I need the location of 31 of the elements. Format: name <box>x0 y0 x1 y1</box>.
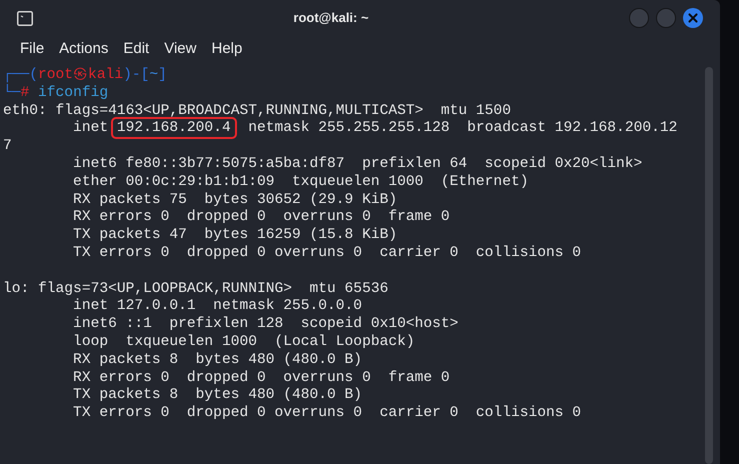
terminal-line: lo: flags=73<UP,LOOPBACK,RUNNING> mtu 65536 <box>3 280 388 297</box>
minimize-button[interactable] <box>629 8 649 28</box>
terminal-line: RX errors 0 dropped 0 overruns 0 frame 0 <box>72 370 450 386</box>
terminal-line: RX errors 0 dropped 0 overruns 0 frame 0 <box>72 209 450 226</box>
terminal-line: eth0: flags=4163<UP,BROADCAST,RUNNING,MULTICAST> mtu 1500 <box>3 102 511 119</box>
terminal-line: ether 00:0c:29:b1:b1:09 txqueuelen 1000 (Ethernet) <box>72 174 528 190</box>
menu-item[interactable]: File <box>20 38 44 60</box>
menu-item[interactable]: Actions <box>59 38 108 60</box>
terminal-line: RX packets 75 bytes 30652 (29.9 KiB) <box>72 192 398 208</box>
terminal-line: inet 192.168.200.4 netmask 255.255.255.128 broadcast 192.168.200.12 <box>3 120 678 136</box>
terminal-line: TX errors 0 dropped 0 overruns 0 carrier 0 collisions 0 <box>72 405 582 422</box>
terminal-line: TX errors 0 dropped 0 overruns 0 carrier 0 collisions 0 <box>72 244 582 261</box>
terminal-line: 7 <box>3 138 12 154</box>
scrollbar[interactable] <box>705 67 713 464</box>
terminal-line: inet6 ::1 prefixlen 128 scopeid 0x10<host> <box>72 316 458 332</box>
terminal-line: ┌──(root㉿kali)-[~] <box>3 67 167 83</box>
terminal-line: loop txqueuelen 1000 (Local Loopback) <box>72 334 415 350</box>
terminal-line: RX packets 8 bytes 480 (480.0 B) <box>72 352 362 368</box>
menu-item[interactable]: Edit <box>123 38 150 60</box>
maximize-button[interactable] <box>656 8 676 28</box>
terminal-line: TX packets 8 bytes 480 (480.0 B) <box>72 387 362 404</box>
window-title: root@kali: ~ <box>293 9 369 28</box>
terminal-line: inet6 fe80::3b77:5075:a5ba:df87 prefixlen 64 scopeid 0x20<link> <box>72 156 642 172</box>
terminal-icon <box>17 10 33 26</box>
terminal-line: inet 127.0.0.1 netmask 255.0.0.0 <box>72 298 362 314</box>
terminal-line: └─# ifconfig <box>3 84 108 101</box>
close-icon <box>686 11 700 25</box>
menu-item[interactable]: Help <box>211 38 242 60</box>
terminal-line: TX packets 47 bytes 16259 (15.8 KiB) <box>72 227 398 244</box>
close-button[interactable] <box>683 8 703 28</box>
menu-item[interactable]: View <box>164 38 196 60</box>
